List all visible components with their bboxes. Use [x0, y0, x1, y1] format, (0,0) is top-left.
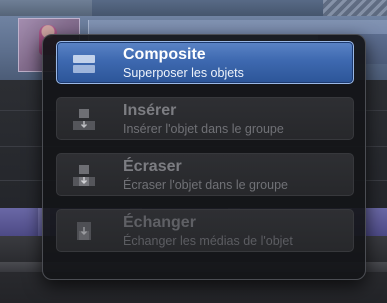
insert-icon	[73, 109, 95, 130]
menu-item-subtitle: Échanger les médias de l'objet	[123, 234, 293, 248]
timeline-track-top	[0, 0, 387, 34]
menu-item-overwrite[interactable]: Écraser Écraser l'objet dans le groupe	[56, 153, 354, 196]
menu-item-subtitle: Écraser l'objet dans le groupe	[123, 178, 288, 192]
overwrite-icon	[73, 165, 95, 186]
menu-item-title: Composite	[123, 46, 206, 63]
exchange-icon	[77, 222, 91, 240]
menu-item-title: Insérer	[123, 102, 177, 119]
menu-item-subtitle: Superposer les objets	[123, 66, 244, 80]
drop-options-popup: Composite Superposer les objets Insérer …	[42, 34, 366, 280]
menu-item-insert[interactable]: Insérer Insérer l'objet dans le groupe	[56, 97, 354, 140]
menu-item-exchange[interactable]: Échanger Échanger les médias de l'objet	[56, 209, 354, 252]
menu-item-title: Échanger	[123, 214, 196, 231]
menu-item-composite[interactable]: Composite Superposer les objets	[56, 41, 354, 84]
menu-item-title: Écraser	[123, 158, 182, 175]
composite-icon	[73, 55, 95, 73]
menu-item-subtitle: Insérer l'objet dans le groupe	[123, 122, 284, 136]
